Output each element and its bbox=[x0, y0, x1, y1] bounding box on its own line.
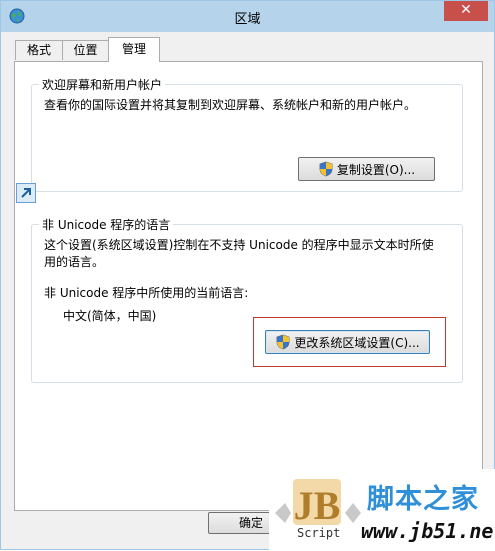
ok-label: 确定 bbox=[238, 516, 263, 530]
window-title: 区域 bbox=[234, 12, 261, 27]
welcome-description: 查看你的国际设置并将其复制到欢迎屏幕、系统帐户和新的用户帐户。 bbox=[44, 98, 417, 112]
tab-administrative[interactable]: 管理 bbox=[108, 37, 160, 62]
current-language-label: 非 Unicode 程序中所使用的当前语言: bbox=[44, 286, 249, 300]
group-title: 非 Unicode 程序的语言 bbox=[39, 216, 174, 233]
copy-settings-button[interactable]: 复制设置(O)... bbox=[298, 157, 435, 181]
tab-location[interactable]: 位置 bbox=[62, 40, 109, 60]
close-button[interactable]: ✕ bbox=[444, 1, 488, 21]
highlight-box bbox=[253, 317, 446, 367]
unicode-description-line2: 用的语言。 bbox=[44, 255, 105, 269]
unicode-description-line1: 这个设置(系统区域设置)控制在不支持 Unicode 的程序中显示文本时所使 bbox=[44, 238, 434, 252]
tab-label: 位置 bbox=[73, 43, 98, 57]
region-dialog: 区域 ✕ 格式 位置 管理 欢迎屏幕和新用户帐户 查看你的国际设置并将其复制到欢… bbox=[0, 0, 495, 551]
title-bar[interactable]: 区域 ✕ bbox=[1, 1, 494, 32]
current-language-value: 中文(简体，中国) bbox=[63, 309, 157, 323]
welcome-screen-group: 欢迎屏幕和新用户帐户 查看你的国际设置并将其复制到欢迎屏幕、系统帐户和新的用户帐… bbox=[31, 76, 463, 192]
script-label: Script bbox=[297, 526, 341, 540]
site-watermark: JB Script 脚本之家 www.jb51.net bbox=[269, 469, 495, 551]
expand-arrow-icon[interactable] bbox=[16, 183, 36, 203]
copy-settings-label: 复制设置(O)... bbox=[336, 162, 416, 177]
close-icon: ✕ bbox=[460, 2, 472, 18]
group-title: 欢迎屏幕和新用户帐户 bbox=[39, 76, 166, 93]
tab-label: 管理 bbox=[121, 42, 146, 56]
tab-label: 格式 bbox=[26, 43, 51, 57]
uac-shield-icon bbox=[319, 161, 333, 177]
site-title: 脚本之家 bbox=[367, 484, 479, 515]
arrow-up-right-icon bbox=[21, 188, 31, 198]
tab-panel-administrative: 欢迎屏幕和新用户帐户 查看你的国际设置并将其复制到欢迎屏幕、系统帐户和新的用户帐… bbox=[14, 61, 483, 511]
tab-formats[interactable]: 格式 bbox=[15, 40, 63, 60]
logo-text: JB bbox=[294, 483, 341, 528]
site-url: www.jb51.net bbox=[361, 519, 495, 543]
